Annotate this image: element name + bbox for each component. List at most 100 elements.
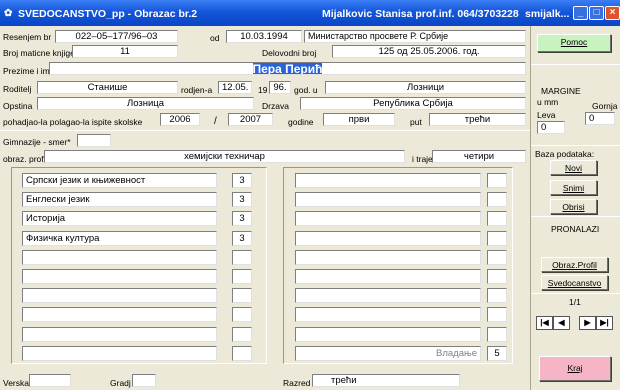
right-subject-grade-field[interactable]	[487, 192, 507, 208]
new-record-button[interactable]: Novi	[550, 160, 597, 175]
right-subject-grade-field[interactable]: 5	[487, 345, 507, 361]
ime-label: Prezime i ime	[3, 66, 55, 76]
right-subject-name-field[interactable]	[295, 249, 481, 265]
right-subject-name-field[interactable]	[295, 211, 481, 227]
traje-field[interactable]: четири	[432, 150, 526, 163]
opstina-field[interactable]: Лозница	[37, 97, 254, 110]
delovodni-label: Delovodni broj	[262, 48, 317, 58]
right-subject-name-field[interactable]	[295, 288, 481, 304]
maticna-label: Broj maticne knjige	[3, 48, 75, 58]
left-subject-name-field[interactable]: Српски језик и књижевност	[22, 173, 217, 188]
left-subject-grade-field[interactable]	[232, 269, 252, 284]
left-subject-grade-field[interactable]	[232, 307, 252, 323]
left-subject-name-field[interactable]: Историја	[22, 211, 217, 227]
roditelj-field[interactable]: Станише	[37, 81, 178, 94]
right-subject-name-field[interactable]	[295, 173, 481, 188]
left-subject-name-field[interactable]	[22, 288, 217, 304]
gornja-field[interactable]: 0	[585, 112, 615, 125]
razred-ordinal-field[interactable]: први	[323, 113, 395, 126]
sidebar-separator-3	[531, 216, 620, 217]
first-record-button[interactable]: |◀	[536, 316, 553, 330]
drzava-label: Drzava	[262, 101, 289, 111]
left-subject-name-field[interactable]	[22, 307, 217, 323]
left-subject-name-field[interactable]	[22, 249, 217, 265]
right-subject-name-field[interactable]: Владање	[295, 345, 481, 361]
resenje-label: Resenjem br	[3, 32, 52, 42]
save-record-button[interactable]: Snimi	[550, 180, 597, 195]
left-subject-grade-field[interactable]: 3	[232, 230, 252, 246]
exit-button[interactable]: Kraj	[539, 356, 611, 381]
right-subject-name-field[interactable]	[295, 326, 481, 342]
right-subject-name-field[interactable]	[295, 307, 481, 323]
right-subject-grade-field[interactable]	[487, 211, 507, 227]
margine-title: MARGINE	[541, 86, 581, 96]
ime-field[interactable]: Пера Перић	[49, 62, 526, 75]
century-label: 19	[258, 85, 268, 95]
leva-field[interactable]: 0	[537, 121, 565, 134]
school-year-from-field[interactable]: 2006	[160, 113, 200, 126]
right-subject-grade-field[interactable]	[487, 288, 507, 304]
right-subject-name-field[interactable]	[295, 269, 481, 284]
resenje-date-field[interactable]: 10.03.1994	[226, 30, 302, 43]
gornja-label: Gornja	[592, 101, 618, 111]
opstina-label: Opstina	[3, 101, 33, 111]
left-subject-grade-field[interactable]: 3	[232, 211, 252, 227]
maticna-field[interactable]: 11	[72, 45, 178, 58]
next-record-button[interactable]: ▶	[579, 316, 596, 330]
help-button[interactable]: Pomoc	[537, 34, 611, 52]
left-subject-name-field[interactable]	[22, 326, 217, 342]
put-label: put	[410, 117, 422, 127]
rodjen-label: rodjen-a	[181, 85, 213, 95]
left-subject-grade-field[interactable]	[232, 345, 252, 361]
delete-record-button[interactable]: Obrisi	[550, 199, 597, 214]
svedocanstvo-button[interactable]: Svedocanstvo	[541, 275, 608, 290]
author-info: Mijalkovic Stanisa prof.inf. 064/3703228	[322, 8, 519, 20]
right-subject-name-field[interactable]	[295, 230, 481, 246]
ime-value: Пера Перић	[252, 62, 323, 75]
right-subject-grade-field[interactable]	[487, 269, 507, 284]
right-subject-grade-field[interactable]	[487, 307, 507, 323]
right-subject-grade-field[interactable]	[487, 249, 507, 265]
put-field[interactable]: трећи	[429, 113, 526, 126]
app-icon: ✿	[4, 8, 13, 19]
right-subject-name-field[interactable]	[295, 192, 481, 208]
birth-year-field[interactable]: 96.	[269, 81, 291, 94]
right-subject-grade-field[interactable]	[487, 230, 507, 246]
minimize-button[interactable]: _	[573, 6, 588, 20]
window-title: SVEDOCANSTVO_pp - Obrazac br.2	[18, 8, 198, 20]
left-subject-grade-field[interactable]	[232, 326, 252, 342]
resenje-field[interactable]: 022–05–177/96–03	[55, 30, 178, 43]
rodjen-field[interactable]: 12.05.	[218, 81, 252, 94]
birthplace-field[interactable]: Лозници	[325, 81, 526, 94]
drzava-field[interactable]: Република Србија	[300, 97, 526, 110]
maximize-button[interactable]: □	[589, 6, 604, 20]
prev-record-button[interactable]: ◀	[553, 316, 570, 330]
sidebar: Pomoc MARGINE u mm Gornja Leva 0 0 Baza …	[530, 26, 620, 390]
obraz-profil-button[interactable]: Obraz.Profil	[541, 257, 608, 272]
left-subject-name-field[interactable]: Енглески језик	[22, 192, 217, 208]
left-subject-grade-field[interactable]	[232, 288, 252, 304]
left-subject-name-field[interactable]: Физичка култура	[22, 230, 217, 246]
grad-field[interactable]	[132, 374, 156, 387]
razred-field[interactable]: трећи	[312, 374, 460, 387]
close-button[interactable]: ×	[605, 6, 620, 20]
verska-field[interactable]	[29, 374, 71, 387]
left-subject-name-field[interactable]	[22, 269, 217, 284]
last-record-button[interactable]: ▶|	[596, 316, 613, 330]
grad-label: Gradj	[110, 378, 131, 388]
sidebar-separator-1	[531, 64, 620, 65]
profil-field[interactable]: хемијски техничар	[44, 150, 405, 163]
school-year-to-field[interactable]: 2007	[228, 113, 273, 126]
roditelj-label: Roditelj	[3, 84, 32, 94]
right-subject-grade-field[interactable]	[487, 326, 507, 342]
ministry-field[interactable]: Министарство просвете Р. Србије	[304, 30, 526, 43]
left-subject-grade-field[interactable]: 3	[232, 173, 252, 188]
right-subject-grade-field[interactable]	[487, 173, 507, 188]
left-subject-name-field[interactable]	[22, 345, 217, 361]
smer-field[interactable]	[77, 134, 111, 147]
sidebar-separator-4	[531, 293, 620, 294]
godine-label: godine	[288, 117, 314, 127]
delovodni-field[interactable]: 125 од 25.05.2006. год.	[332, 45, 526, 58]
left-subject-grade-field[interactable]: 3	[232, 192, 252, 208]
left-subject-grade-field[interactable]	[232, 249, 252, 265]
